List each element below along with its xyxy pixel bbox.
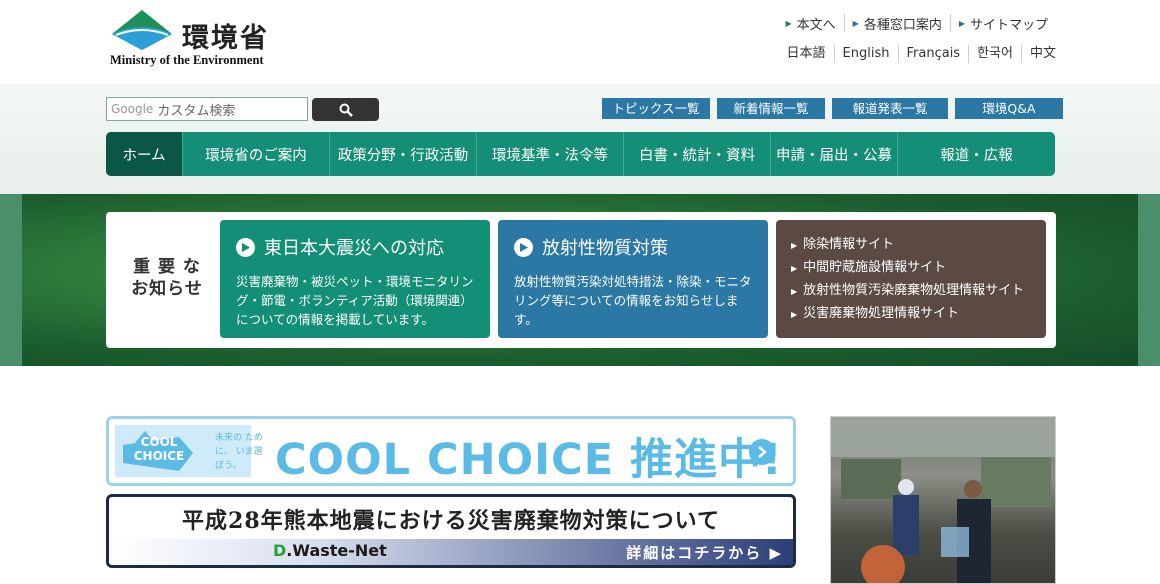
- dwaste-net-logo: D.Waste-Net: [273, 541, 387, 560]
- logo-japanese: 環境省: [182, 23, 269, 54]
- link-skip-to-content[interactable]: ▶ 本文へ: [777, 14, 843, 33]
- link-sitemap[interactable]: ▶ サイトマップ: [949, 14, 1056, 33]
- nav-applications[interactable]: 申請・届出・公募: [770, 132, 897, 176]
- chevron-right-icon: [749, 439, 775, 465]
- nav-standards[interactable]: 環境基準・法令等: [476, 132, 623, 176]
- kumamoto-more-link: 詳細はコチラから ▶: [626, 544, 783, 562]
- google-label: Google: [111, 102, 154, 116]
- card-great-east-japan-earthquake[interactable]: 東日本大震災への対応 災害廃棄物・被災ペット・環境モニタリング・節電・ボランティ…: [220, 220, 490, 338]
- quick-link-new[interactable]: 新着情報一覧: [717, 98, 825, 119]
- play-icon: [236, 237, 255, 257]
- lang-japanese[interactable]: 日本語: [779, 45, 834, 63]
- link-interim-storage-site[interactable]: ▶ 中間貯蔵施設情報サイト: [791, 257, 1031, 280]
- triangle-right-icon: ▶: [791, 264, 798, 273]
- triangle-right-icon: ▶: [791, 241, 798, 250]
- card-text: 災害廃棄物・被災ペット・環境モニタリング・節電・ボランティア活動（環境関連）につ…: [236, 274, 474, 327]
- search-placeholder: カスタム検索: [157, 103, 236, 119]
- link-contaminated-waste-site[interactable]: ▶ 放射性物質汚染廃棄物処理情報サイト: [791, 280, 1031, 303]
- important-label: 重 要 な お知らせ: [131, 257, 203, 299]
- photo-image: [831, 417, 1055, 583]
- triangle-right-icon: ▶: [785, 18, 792, 28]
- triangle-right-icon: ▶: [852, 18, 859, 28]
- logo-english: Ministry of the Environment: [110, 53, 264, 67]
- disaster-waste-photo[interactable]: [830, 416, 1056, 584]
- quick-links: トピックス一覧 新着情報一覧 報道発表一覧 環境Q&A: [602, 98, 1063, 119]
- global-nav: ホーム 環境省のご案内 政策分野・行政活動 環境基準・法令等 白書・統計・資料 …: [106, 132, 1055, 176]
- triangle-right-icon: ▶: [791, 310, 798, 319]
- utility-links: ▶ 本文へ ▶ 各種窓口案内 ▶ サイトマップ: [777, 14, 1056, 33]
- card-info-sites: ▶ 除染情報サイト ▶ 中間貯蔵施設情報サイト ▶ 放射性物質汚染廃棄物処理情報サイト…: [776, 220, 1046, 338]
- triangle-right-icon: ▶: [958, 18, 965, 28]
- triangle-right-icon: ▶: [791, 287, 798, 296]
- language-links: 日本語 English Français 한국어 中文: [779, 45, 1056, 63]
- search-icon: [339, 103, 353, 117]
- play-icon: [514, 237, 533, 257]
- quick-link-qa[interactable]: 環境Q&A: [955, 98, 1063, 119]
- card-text: 放射性物質汚染対処特措法・除染・モニタリング等についての情報をお知らせします。: [514, 274, 752, 327]
- lang-french[interactable]: Français: [897, 45, 969, 63]
- kumamoto-banner-footer: D.Waste-Net 詳細はコチラから ▶: [109, 539, 793, 565]
- nav-whitepaper[interactable]: 白書・統計・資料: [623, 132, 770, 176]
- link-contact-windows[interactable]: ▶ 各種窓口案内: [843, 14, 950, 33]
- search-input[interactable]: Google カスタム検索: [106, 97, 308, 121]
- header: 環境省 Ministry of the Environment ▶ 本文へ ▶ 各種…: [0, 0, 1160, 84]
- hero-edge-left: [0, 194, 22, 366]
- kumamoto-title: 平成28年熊本地震における災害廃棄物対策について: [182, 508, 720, 534]
- hero-edge-right: [1138, 194, 1160, 366]
- nav-about[interactable]: 環境省のご案内: [182, 132, 329, 176]
- quick-link-press[interactable]: 報道発表一覧: [832, 98, 948, 119]
- ministry-logo[interactable]: 環境省 Ministry of the Environment: [108, 6, 283, 68]
- lang-chinese[interactable]: 中文: [1020, 45, 1056, 63]
- search-button[interactable]: [312, 98, 379, 121]
- kumamoto-earthquake-banner[interactable]: 平成28年熊本地震における災害廃棄物対策について D.Waste-Net 詳細は…: [106, 494, 796, 568]
- lang-korean[interactable]: 한국어: [968, 45, 1021, 63]
- cool-choice-tagline: 未来の ために、 いま選ぼう。: [215, 433, 263, 471]
- nav-home[interactable]: ホーム: [106, 132, 182, 176]
- nav-policy[interactable]: 政策分野・行政活動: [329, 132, 476, 176]
- important-notices-panel: 重 要 な お知らせ 東日本大震災への対応 災害廃棄物・被災ペット・環境モニタリ…: [106, 212, 1056, 348]
- link-decontamination-site[interactable]: ▶ 除染情報サイト: [791, 234, 1031, 257]
- link-disaster-waste-site[interactable]: ▶ 災害廃棄物処理情報サイト: [791, 303, 1031, 326]
- ministry-logo-mark-icon: [112, 10, 172, 50]
- cool-choice-logo-text: COOL CHOICE: [133, 435, 185, 463]
- lang-english[interactable]: English: [833, 45, 898, 63]
- card-radioactive-measures[interactable]: 放射性物質対策 放射性物質汚染対処特措法・除染・モニタリング等についての情報をお…: [498, 220, 768, 338]
- cool-choice-banner[interactable]: COOL CHOICE 未来の ために、 いま選ぼう。 COOL CHOICE …: [106, 416, 796, 486]
- card-title: 放射性物質対策: [542, 238, 668, 259]
- card-title: 東日本大震災への対応: [264, 238, 444, 259]
- nav-press[interactable]: 報道・広報: [897, 132, 1055, 176]
- cool-choice-title: COOL CHOICE 推進中!: [275, 435, 783, 485]
- quick-link-topics[interactable]: トピックス一覧: [602, 98, 710, 119]
